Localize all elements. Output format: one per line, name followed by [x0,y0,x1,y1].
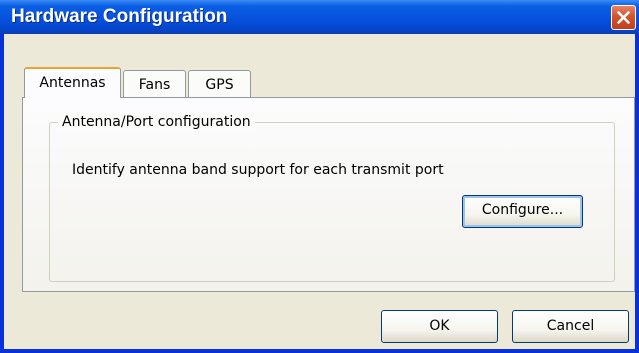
title-bar[interactable]: Hardware Configuration [0,0,639,34]
close-button[interactable] [611,5,636,30]
window-title: Hardware Configuration [11,6,228,27]
antennas-tab-panel: Antenna/Port configuration Identify ante… [22,97,635,292]
groupbox-label: Antenna/Port configuration [58,112,255,132]
close-icon [617,11,630,24]
window-bottom-border [0,349,639,353]
tab-gps[interactable]: GPS [188,70,251,98]
configure-button[interactable]: Configure... [462,195,583,228]
tab-antennas[interactable]: Antennas [24,67,121,98]
tab-fans[interactable]: Fans [123,70,186,98]
cancel-button[interactable]: Cancel [512,310,629,343]
dialog-window: Hardware Configuration Antennas Fans GPS… [0,0,639,353]
description-text: Identify antenna band support for each t… [72,162,444,178]
tab-strip: Antennas Fans GPS [4,34,635,99]
dialog-client-area: Antennas Fans GPS Antenna/Port configura… [4,34,635,349]
ok-button[interactable]: OK [381,310,498,343]
antenna-port-groupbox: Antenna/Port configuration Identify ante… [49,112,615,282]
